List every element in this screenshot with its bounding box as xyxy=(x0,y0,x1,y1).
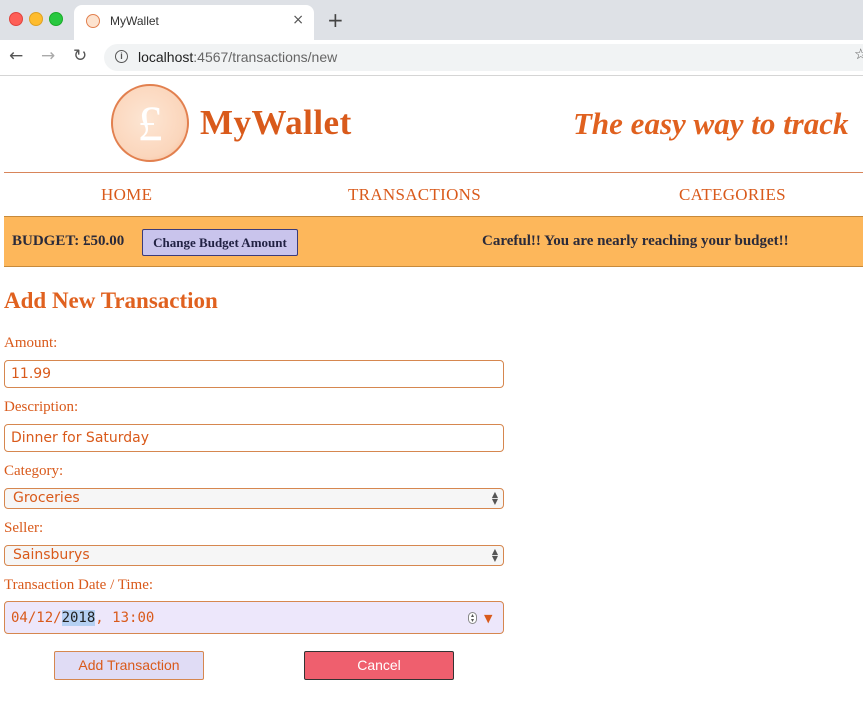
main-nav: HOME TRANSACTIONS CATEGORIES xyxy=(0,174,863,216)
time-value[interactable]: , 13:00 xyxy=(95,610,154,626)
site-header: £ MyWallet The easy way to track xyxy=(0,76,863,173)
brand-name: MyWallet xyxy=(200,103,352,142)
amount-label: Amount: xyxy=(4,335,58,351)
logo-pound-symbol: £ xyxy=(137,95,163,151)
description-label: Description: xyxy=(4,399,79,415)
nav-categories-link[interactable]: CATEGORIES xyxy=(679,185,786,205)
browser-tab[interactable]: MyWallet × xyxy=(74,5,314,40)
address-bar[interactable]: i localhost:4567/transactions/new xyxy=(104,44,863,71)
browser-toolbar: ← → ↻ i localhost:4567/transactions/new … xyxy=(0,40,863,76)
site-info-icon[interactable]: i xyxy=(115,50,128,63)
spinner-icon[interactable]: ▴ ▾ xyxy=(468,612,477,624)
budget-bar: BUDGET: £50.00 Change Budget Amount Care… xyxy=(4,216,863,267)
new-tab-icon[interactable]: + xyxy=(327,9,344,31)
budget-warning: Careful!! You are nearly reaching your b… xyxy=(482,233,789,249)
nav-home-link[interactable]: HOME xyxy=(101,185,152,205)
category-label: Category: xyxy=(4,463,64,479)
seller-select[interactable]: Sainsburys ▲ ▼ xyxy=(4,545,504,566)
bookmark-star-icon[interactable]: ☆ xyxy=(854,45,863,63)
select-updown-icon: ▲ ▼ xyxy=(491,490,498,506)
page-title: Add New Transaction xyxy=(4,288,218,313)
minimize-window-icon[interactable] xyxy=(29,12,43,26)
logo-icon: £ xyxy=(111,84,189,162)
tab-title: MyWallet xyxy=(110,14,159,28)
datetime-label: Transaction Date / Time: xyxy=(4,577,154,593)
budget-amount: BUDGET: £50.00 xyxy=(12,233,125,249)
category-selected-value: Groceries xyxy=(13,490,80,506)
date-day-month[interactable]: 04/12/ xyxy=(11,610,62,626)
reload-icon[interactable]: ↻ xyxy=(73,46,87,66)
tab-close-icon[interactable]: × xyxy=(292,12,304,28)
datetime-input[interactable]: 04/12/2018, 13:00 ▴ ▾ ▼ xyxy=(4,601,504,634)
close-window-icon[interactable] xyxy=(9,12,23,26)
add-transaction-button[interactable]: Add Transaction xyxy=(54,651,204,680)
change-budget-button[interactable]: Change Budget Amount xyxy=(142,229,298,256)
url-host: localhost xyxy=(138,49,194,65)
browser-tab-bar: MyWallet × + xyxy=(0,0,863,40)
tagline: The easy way to track xyxy=(573,106,849,141)
select-updown-icon: ▲ ▼ xyxy=(491,547,498,563)
cancel-button[interactable]: Cancel xyxy=(304,651,454,680)
favicon-icon xyxy=(86,14,100,28)
description-input[interactable]: Dinner for Saturday xyxy=(4,424,504,452)
maximize-window-icon[interactable] xyxy=(49,12,63,26)
seller-selected-value: Sainsburys xyxy=(13,547,90,563)
dropdown-triangle-icon[interactable]: ▼ xyxy=(484,610,492,628)
seller-label: Seller: xyxy=(4,520,44,536)
back-arrow-icon[interactable]: ← xyxy=(9,46,23,66)
url-path: :4567/transactions/new xyxy=(193,49,338,65)
forward-arrow-icon[interactable]: → xyxy=(41,46,55,66)
amount-input[interactable]: 11.99 xyxy=(4,360,504,388)
header-divider xyxy=(4,172,863,173)
category-select[interactable]: Groceries ▲ ▼ xyxy=(4,488,504,509)
url-text[interactable]: localhost:4567/transactions/new xyxy=(138,49,337,65)
nav-transactions-link[interactable]: TRANSACTIONS xyxy=(348,185,481,205)
date-year-segment[interactable]: 2018 xyxy=(61,610,96,626)
